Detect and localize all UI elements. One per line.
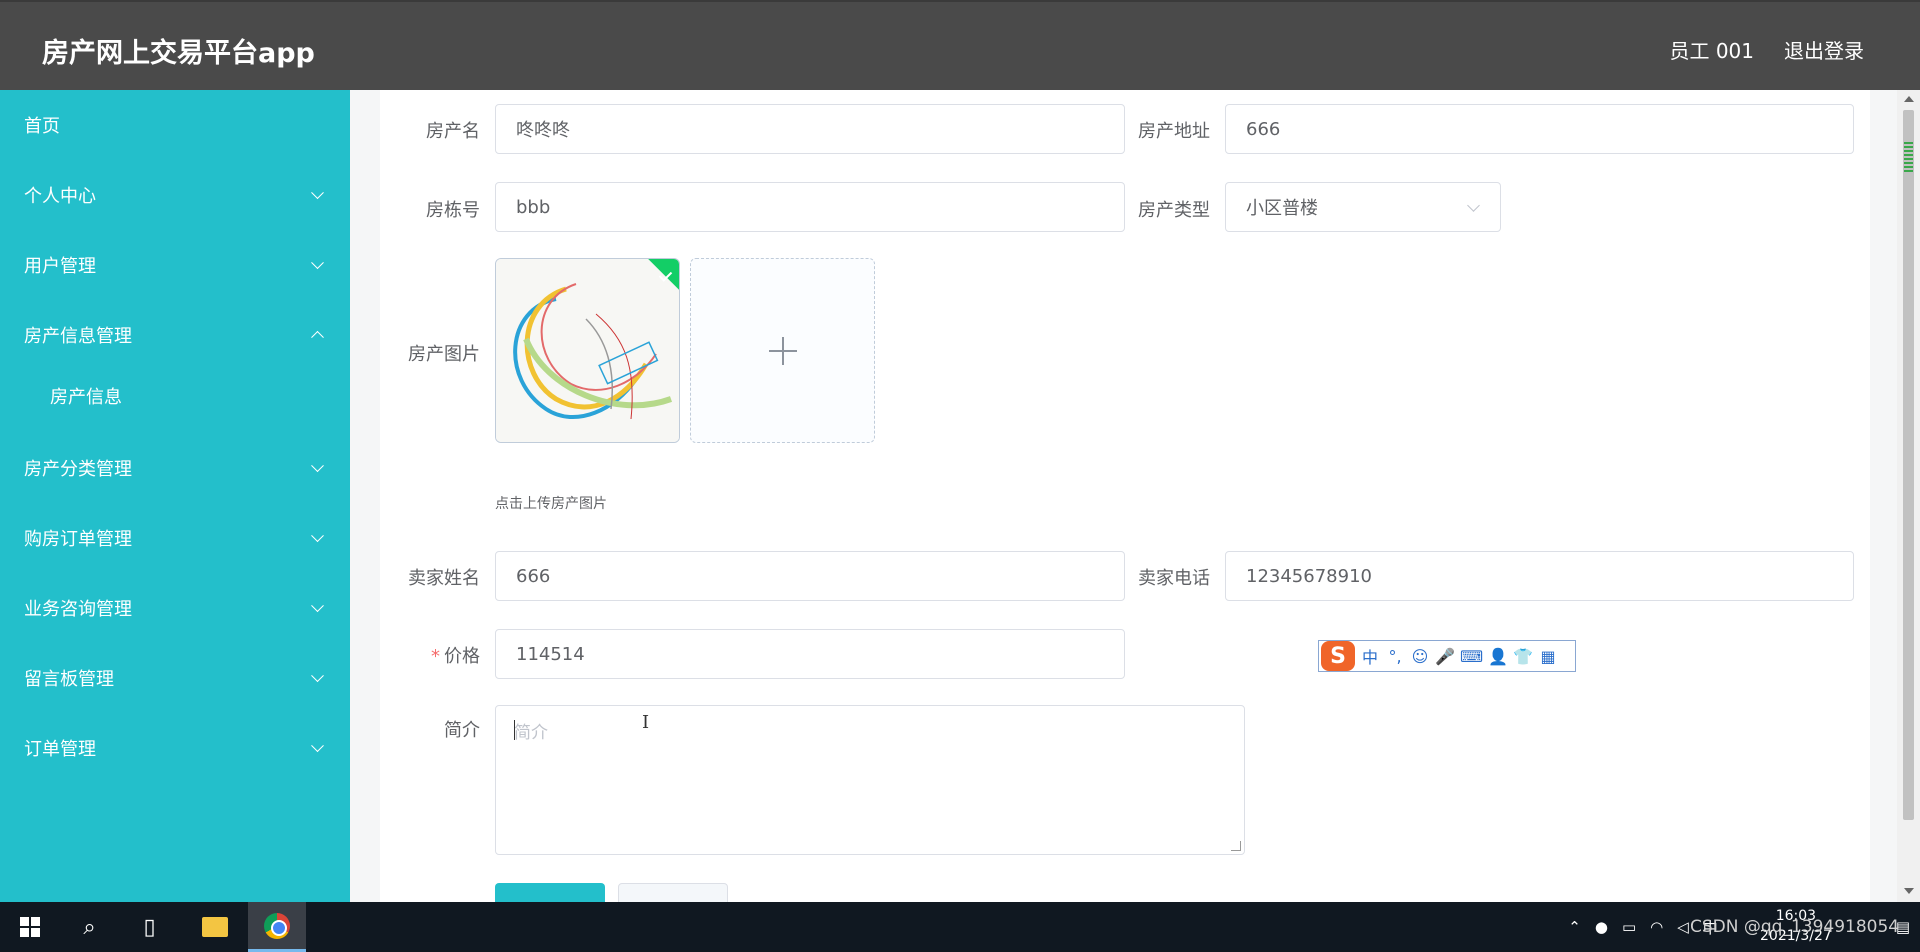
intro-textarea[interactable]: 简介	[495, 705, 1245, 855]
property-type-value: 小区普楼	[1246, 198, 1318, 219]
chevron-down-icon	[311, 256, 324, 270]
sidebar-item-label: 个人中心	[24, 186, 96, 207]
sidebar-item-label: 房产信息	[50, 387, 122, 408]
property-address-input[interactable]: 666	[1225, 104, 1854, 154]
volume-icon[interactable]: ◁	[1677, 918, 1689, 936]
current-user[interactable]: 员工 001	[1669, 35, 1754, 64]
task-view-icon[interactable]: ▯	[122, 902, 177, 952]
intro-label: 简介	[444, 720, 480, 741]
ime-skin-icon[interactable]: 👕	[1513, 647, 1533, 666]
ime-mode-chinese[interactable]: 中	[1360, 644, 1380, 668]
property-image-label: 房产图片	[408, 344, 480, 365]
building-number-value: bbb	[516, 196, 551, 218]
sidebar-item-label: 首页	[24, 116, 60, 137]
property-name-value: 咚咚咚	[516, 120, 570, 141]
tray-expand-icon[interactable]: ⌃	[1568, 918, 1581, 936]
price-value: 114514	[516, 643, 585, 665]
property-image-thumbnail	[496, 259, 679, 442]
chevron-down-icon	[311, 599, 324, 613]
sidebar-item-consultation-management[interactable]: 业务咨询管理	[0, 578, 350, 638]
mouse-cursor-icon: I	[642, 712, 650, 733]
intro-placeholder: 简介	[514, 723, 548, 743]
ime-user-icon[interactable]: 👤	[1488, 647, 1508, 666]
upload-add-button[interactable]	[690, 258, 875, 443]
building-number-label: 房栋号	[426, 200, 480, 221]
logout-link[interactable]: 退出登录	[1784, 35, 1864, 64]
sidebar-item-property-category-management[interactable]: 房产分类管理	[0, 438, 350, 498]
required-mark: *	[431, 646, 440, 667]
resize-handle-icon[interactable]	[1231, 841, 1241, 851]
chevron-down-icon	[311, 739, 324, 753]
sidebar-item-label: 订单管理	[24, 739, 96, 760]
upload-tip: 点击上传房产图片	[495, 496, 607, 512]
ime-toolbox-icon[interactable]: ▦	[1538, 647, 1558, 666]
file-explorer-icon[interactable]	[187, 902, 242, 952]
sidebar-item-purchase-order-management[interactable]: 购房订单管理	[0, 508, 350, 568]
seller-phone-label: 卖家电话	[1138, 568, 1210, 589]
sidebar-item-property-info-management[interactable]: 房产信息管理	[0, 305, 350, 365]
property-address-label: 房产地址	[1138, 121, 1210, 142]
chrome-icon[interactable]	[248, 902, 306, 952]
tray-qq-icon[interactable]: ●	[1595, 918, 1608, 936]
sidebar-item-label: 购房订单管理	[24, 529, 132, 550]
property-type-label: 房产类型	[1138, 200, 1210, 221]
app-title: 房产网上交易平台app	[42, 38, 315, 69]
vertical-scrollbar[interactable]	[1897, 90, 1920, 902]
chevron-down-icon	[311, 459, 324, 473]
chevron-down-icon	[1467, 199, 1480, 212]
search-icon[interactable]: ⌕	[62, 902, 117, 952]
ime-voice-icon[interactable]: 🎤	[1435, 647, 1455, 666]
sidebar-item-home[interactable]: 首页	[0, 95, 350, 155]
chevron-down-icon	[311, 186, 324, 200]
sidebar-item-label: 房产信息管理	[24, 326, 132, 347]
seller-phone-value: 12345678910	[1246, 565, 1372, 587]
header-actions: 员工 001 退出登录	[1669, 35, 1864, 64]
sidebar-item-personal-center[interactable]: 个人中心	[0, 165, 350, 225]
sidebar-item-label: 房产分类管理	[24, 459, 132, 480]
chevron-up-icon	[311, 330, 324, 344]
price-label-text: 价格	[444, 646, 480, 667]
scroll-up-icon[interactable]	[1904, 96, 1914, 102]
sidebar-item-label: 留言板管理	[24, 669, 114, 690]
windows-start-icon[interactable]	[2, 902, 57, 952]
scroll-indicator	[1904, 142, 1913, 172]
ime-emoji-icon[interactable]: ☺	[1410, 647, 1430, 666]
sidebar-item-user-management[interactable]: 用户管理	[0, 235, 350, 295]
scroll-down-icon[interactable]	[1904, 888, 1914, 894]
sidebar-item-order-management[interactable]: 订单管理	[0, 718, 350, 778]
seller-phone-input[interactable]: 12345678910	[1225, 551, 1854, 601]
ime-toolbar: S 中 °, ☺ 🎤 ⌨ 👤 👕 ▦	[1318, 640, 1576, 672]
text-caret	[514, 720, 515, 740]
sidebar: 首页 个人中心 用户管理 房产信息管理 房产信息 房产分类管理 购房订单管理 业…	[0, 90, 350, 902]
property-name-input[interactable]: 咚咚咚	[495, 104, 1125, 154]
windows-taskbar: ⌕ ▯ ⌃ ● ▭ ◠ ◁ 中 ▤ 16:03 2021/3/27	[0, 902, 1920, 952]
battery-icon[interactable]: ▭	[1622, 918, 1636, 936]
uploaded-image[interactable]	[495, 258, 680, 443]
sidebar-item-label: 用户管理	[24, 256, 96, 277]
sidebar-item-label: 业务咨询管理	[24, 599, 132, 620]
chevron-down-icon	[311, 669, 324, 683]
sidebar-item-message-board-management[interactable]: 留言板管理	[0, 648, 350, 708]
chevron-down-icon	[311, 529, 324, 543]
property-type-select[interactable]: 小区普楼	[1225, 182, 1501, 232]
price-label: * 价格	[380, 642, 480, 668]
property-address-value: 666	[1246, 118, 1281, 140]
price-input[interactable]: 114514	[495, 629, 1125, 679]
ime-punctuation-icon[interactable]: °,	[1385, 647, 1405, 666]
scrollbar-thumb[interactable]	[1903, 110, 1914, 820]
seller-name-value: 666	[516, 565, 551, 587]
ime-keyboard-icon[interactable]: ⌨	[1460, 647, 1483, 666]
seller-name-input[interactable]: 666	[495, 551, 1125, 601]
sogou-logo-icon[interactable]: S	[1321, 641, 1355, 671]
sidebar-item-property-info[interactable]: 房产信息	[0, 366, 350, 426]
building-number-input[interactable]: bbb	[495, 182, 1125, 232]
property-name-label: 房产名	[426, 121, 480, 142]
wifi-icon[interactable]: ◠	[1650, 918, 1663, 936]
watermark: CSDN @qq_1394918054	[1690, 917, 1900, 937]
seller-name-label: 卖家姓名	[408, 568, 480, 589]
top-header: 房产网上交易平台app 员工 001 退出登录	[0, 0, 1920, 90]
plus-icon-vertical	[782, 337, 784, 365]
